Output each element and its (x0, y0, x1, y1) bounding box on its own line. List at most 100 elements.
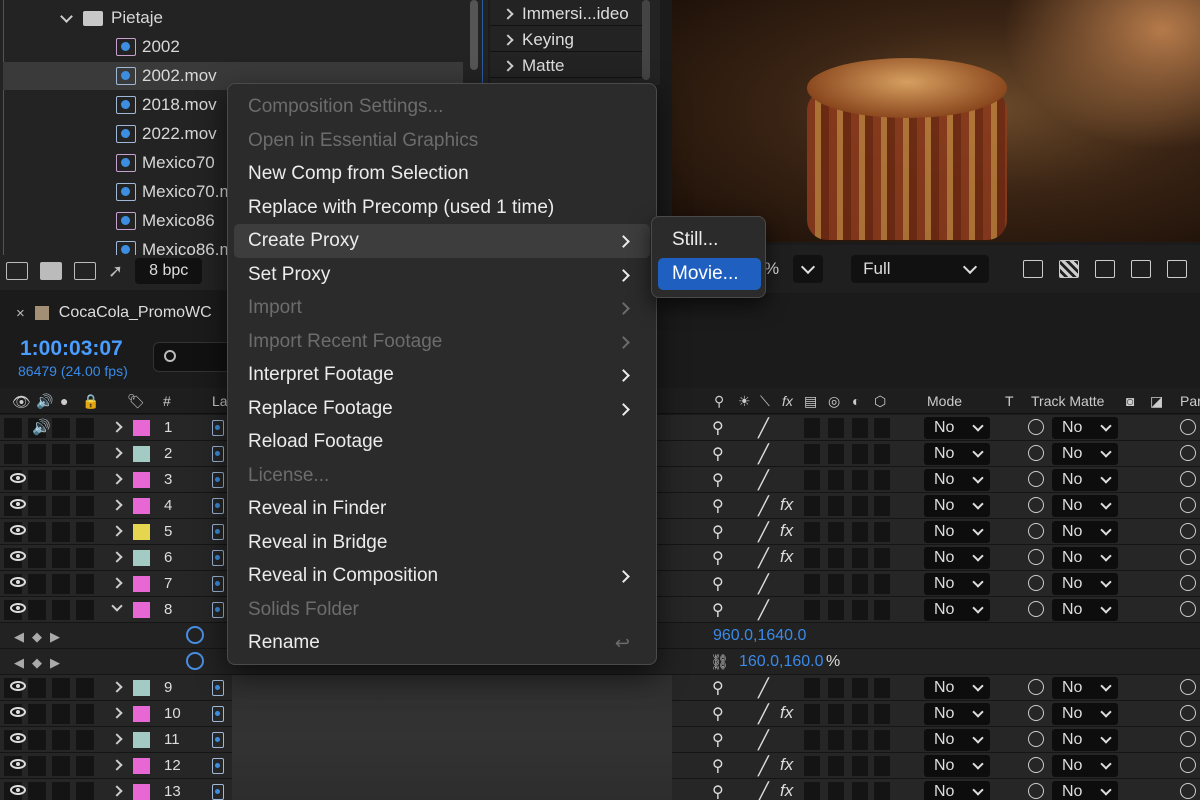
lock-switch[interactable] (76, 548, 94, 568)
video-switch[interactable] (4, 418, 22, 438)
blend-mode-dropdown[interactable]: No (924, 417, 990, 439)
blend-mode-dropdown[interactable]: No (924, 443, 990, 465)
layer-switch[interactable] (828, 574, 844, 594)
blend-mode-dropdown[interactable]: No (924, 755, 990, 777)
track-matte-dropdown[interactable]: No (1052, 443, 1118, 465)
lock-switch[interactable] (76, 678, 94, 698)
keyframe-navigator[interactable]: ◀◆▶ (14, 655, 68, 671)
layer-switch[interactable] (874, 730, 890, 750)
solo-switch[interactable] (52, 704, 70, 724)
shy-icon[interactable]: ⚲ (714, 393, 724, 410)
parent-pickwhip-icon[interactable] (1180, 679, 1196, 695)
eye-icon[interactable] (10, 473, 26, 483)
layer-switch[interactable] (852, 496, 868, 516)
layer-switch[interactable] (852, 522, 868, 542)
shy-switch[interactable]: ⚲ (712, 470, 724, 490)
layer-switch[interactable] (852, 444, 868, 464)
track-matte-pickwhip-icon[interactable] (1028, 601, 1044, 617)
layer-switch[interactable] (828, 470, 844, 490)
shy-switch[interactable]: ⚲ (712, 522, 724, 542)
audio-switch[interactable] (28, 548, 46, 568)
property-value[interactable]: 160.0,160.0 (739, 653, 824, 671)
chevron-down-icon[interactable] (111, 600, 123, 612)
quality-switch[interactable]: ╱ (758, 548, 769, 569)
stopwatch-icon[interactable] (186, 626, 204, 644)
layer-switch[interactable] (828, 678, 844, 698)
track-matte-dropdown[interactable]: No (1052, 521, 1118, 543)
track-matte-pickwhip-icon[interactable] (1028, 445, 1044, 461)
shy-switch[interactable]: ⚲ (712, 548, 724, 568)
menu-item-create-proxy[interactable]: Create Proxy (234, 224, 650, 258)
label-color-swatch[interactable] (133, 524, 150, 540)
parent-pickwhip-icon[interactable] (1180, 419, 1196, 435)
eye-icon[interactable] (10, 759, 26, 769)
audio-switch[interactable] (28, 444, 46, 464)
solo-switch[interactable] (52, 678, 70, 698)
stopwatch-icon[interactable] (186, 652, 204, 670)
submenu-item-movie[interactable]: Movie... (658, 258, 761, 290)
fast-previews-icon[interactable] (1023, 260, 1044, 278)
parent-pickwhip-icon[interactable] (1180, 705, 1196, 721)
menu-item-reload-footage[interactable]: Reload Footage (234, 425, 650, 459)
quality-switch[interactable]: ╱ (758, 600, 769, 621)
layer-switch[interactable] (852, 704, 868, 724)
eye-icon[interactable] (10, 681, 26, 691)
label-color-swatch[interactable] (133, 446, 150, 462)
lock-switch[interactable] (76, 496, 94, 516)
effects-icon[interactable]: fx (782, 393, 793, 409)
blend-mode-dropdown[interactable]: No (924, 573, 990, 595)
layer-switch[interactable] (852, 782, 868, 800)
chevron-right-icon[interactable] (111, 733, 123, 745)
lock-switch[interactable] (76, 600, 94, 620)
label-color-swatch[interactable] (133, 576, 150, 592)
audio-icon[interactable]: 🔊 (32, 418, 51, 436)
motion-blur-icon[interactable]: ◎ (828, 393, 840, 410)
menu-item-replace-footage[interactable]: Replace Footage (234, 392, 650, 426)
chevron-right-icon[interactable] (111, 681, 123, 693)
parent-pickwhip-icon[interactable] (1180, 549, 1196, 565)
effects-switch[interactable]: fx (780, 521, 793, 541)
audio-switch[interactable] (28, 574, 46, 594)
layer-switch[interactable] (804, 574, 820, 594)
layer-switch[interactable] (804, 522, 820, 542)
parent-pickwhip-icon[interactable] (1180, 497, 1196, 513)
chevron-right-icon[interactable] (111, 499, 123, 511)
quality-switch[interactable]: ╱ (758, 730, 769, 751)
menu-item-new-comp-from-selection[interactable]: New Comp from Selection (234, 157, 650, 191)
quality-switch[interactable]: ╱ (758, 678, 769, 699)
track-matte-pickwhip-icon[interactable] (1028, 679, 1044, 695)
track-matte-dropdown[interactable]: No (1052, 573, 1118, 595)
effects-category[interactable]: Immersi...ideo (490, 2, 642, 26)
quality-switch[interactable]: ╱ (758, 756, 769, 777)
label-color-swatch[interactable] (133, 420, 150, 436)
layer-switch[interactable] (874, 418, 890, 438)
track-matte-dropdown[interactable]: No (1052, 599, 1118, 621)
timeline-tab[interactable]: × CocaCola_PromoWC (0, 298, 240, 328)
blend-mode-dropdown[interactable]: No (924, 469, 990, 491)
layer-switch[interactable] (874, 522, 890, 542)
blend-mode-dropdown[interactable]: No (924, 677, 990, 699)
quality-switch[interactable]: ╱ (758, 704, 769, 725)
track-matte-pickwhip-icon[interactable] (1028, 523, 1044, 539)
property-value[interactable]: 960.0,1640.0 (713, 627, 806, 645)
constrain-proportions-icon[interactable]: ⛓ (710, 653, 729, 671)
chevron-right-icon[interactable] (111, 707, 123, 719)
solo-switch[interactable] (52, 730, 70, 750)
lock-switch[interactable] (76, 444, 94, 464)
timeline-search-input[interactable] (153, 342, 233, 372)
blend-mode-dropdown[interactable]: No (924, 729, 990, 751)
layer-switch[interactable] (828, 444, 844, 464)
track-matte-dropdown[interactable]: No (1052, 781, 1118, 800)
lock-switch[interactable] (76, 418, 94, 438)
layer-switch[interactable] (828, 756, 844, 776)
layer-switch[interactable] (852, 470, 868, 490)
keyframe-navigator[interactable]: ◀◆▶ (14, 629, 68, 645)
resolution-dropdown[interactable]: Full (851, 255, 990, 283)
layer-switch[interactable] (874, 678, 890, 698)
audio-icon[interactable]: 🔊 (36, 393, 53, 410)
layer-switch[interactable] (852, 678, 868, 698)
bit-depth-button[interactable]: 8 bpc (135, 258, 203, 284)
current-time-display[interactable]: 1:00:03:07 (20, 337, 123, 361)
layer-switch[interactable] (828, 730, 844, 750)
chevron-down-icon[interactable] (60, 9, 73, 23)
